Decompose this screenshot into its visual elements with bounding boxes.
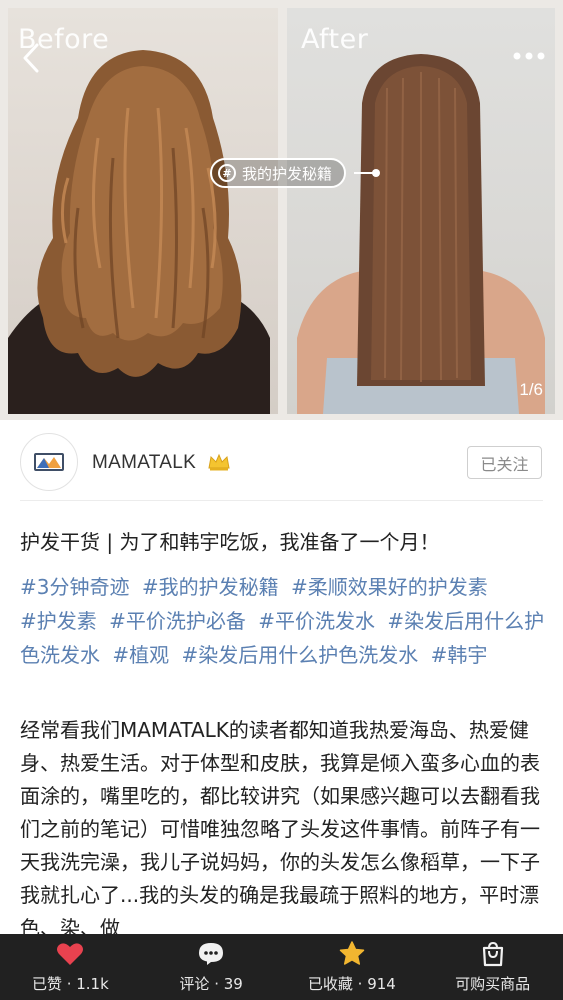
shopping-bag-icon	[482, 941, 503, 966]
crown-icon	[208, 453, 230, 471]
image-tag-label: 我的护发秘籍	[242, 164, 333, 183]
hashtag-link[interactable]: #染发后用什么护色洗发水	[181, 643, 418, 667]
before-photo: Before	[8, 8, 278, 414]
hashtag-link[interactable]: #柔顺效果好的护发素	[291, 575, 488, 599]
divider	[20, 500, 543, 501]
image-tag-chip[interactable]: # 我的护发秘籍	[210, 158, 347, 188]
hashtag-link[interactable]: #平价洗护必备	[109, 609, 246, 633]
hashtag-link[interactable]: #平价洗发水	[258, 609, 375, 633]
collect-count: 已收藏 · 914	[307, 974, 396, 993]
page-indicator: 1/6	[519, 380, 543, 399]
hashtag-link[interactable]: #我的护发秘籍	[142, 575, 279, 599]
hashtag-link[interactable]: #植观	[112, 643, 169, 667]
comment-button[interactable]: 评论 · 39	[141, 934, 282, 1000]
comment-count: 评论 · 39	[179, 974, 243, 993]
mamatalk-logo-icon	[34, 453, 64, 471]
hashtag-list: #3分钟奇迹 #我的护发秘籍 #柔顺效果好的护发素 #护发素 #平价洗护必备 #…	[20, 570, 545, 672]
hashtag-link[interactable]: #护发素	[20, 609, 97, 633]
avatar[interactable]	[20, 433, 78, 491]
after-label: After	[301, 24, 369, 55]
hashtag-link[interactable]: #3分钟奇迹	[20, 575, 129, 599]
more-button[interactable]	[509, 44, 549, 68]
after-hair-illustration	[297, 54, 545, 414]
before-hair-illustration	[8, 50, 270, 414]
collect-button[interactable]: 已收藏 · 914	[282, 934, 423, 1000]
heart-icon	[57, 942, 84, 965]
post-body: 经常看我们MAMATALK的读者都知道我热爱海岛、热爱健身、热爱生活。对于体型和…	[20, 718, 540, 934]
shop-label: 可购买商品	[455, 974, 531, 993]
author-name[interactable]: MAMATALK	[92, 452, 196, 474]
hashtag-link[interactable]: #韩宇	[431, 643, 488, 667]
bottom-action-bar: 已赞 · 1.1k 评论 · 39 已收藏 · 914 可购买商品	[0, 934, 563, 1000]
image-tag-anchor-dot	[372, 169, 380, 177]
chevron-left-icon	[23, 43, 39, 73]
like-count: 已赞 · 1.1k	[31, 974, 109, 993]
back-button[interactable]	[14, 38, 48, 78]
hashtag-icon: #	[218, 164, 236, 182]
post-image-carousel[interactable]: Before After # 我的护发秘籍 1/6	[0, 0, 563, 420]
post-title: 护发干货 | 为了和韩宇吃饭，我准备了一个月！	[20, 530, 440, 554]
author-row: MAMATALK 已关注	[0, 420, 563, 500]
speech-bubble-icon	[199, 942, 224, 965]
star-icon	[339, 941, 365, 965]
more-dots-icon	[513, 52, 545, 60]
after-photo: After	[287, 8, 555, 414]
shop-button[interactable]: 可购买商品	[422, 934, 563, 1000]
like-button[interactable]: 已赞 · 1.1k	[0, 934, 141, 1000]
follow-button[interactable]: 已关注	[467, 446, 542, 479]
